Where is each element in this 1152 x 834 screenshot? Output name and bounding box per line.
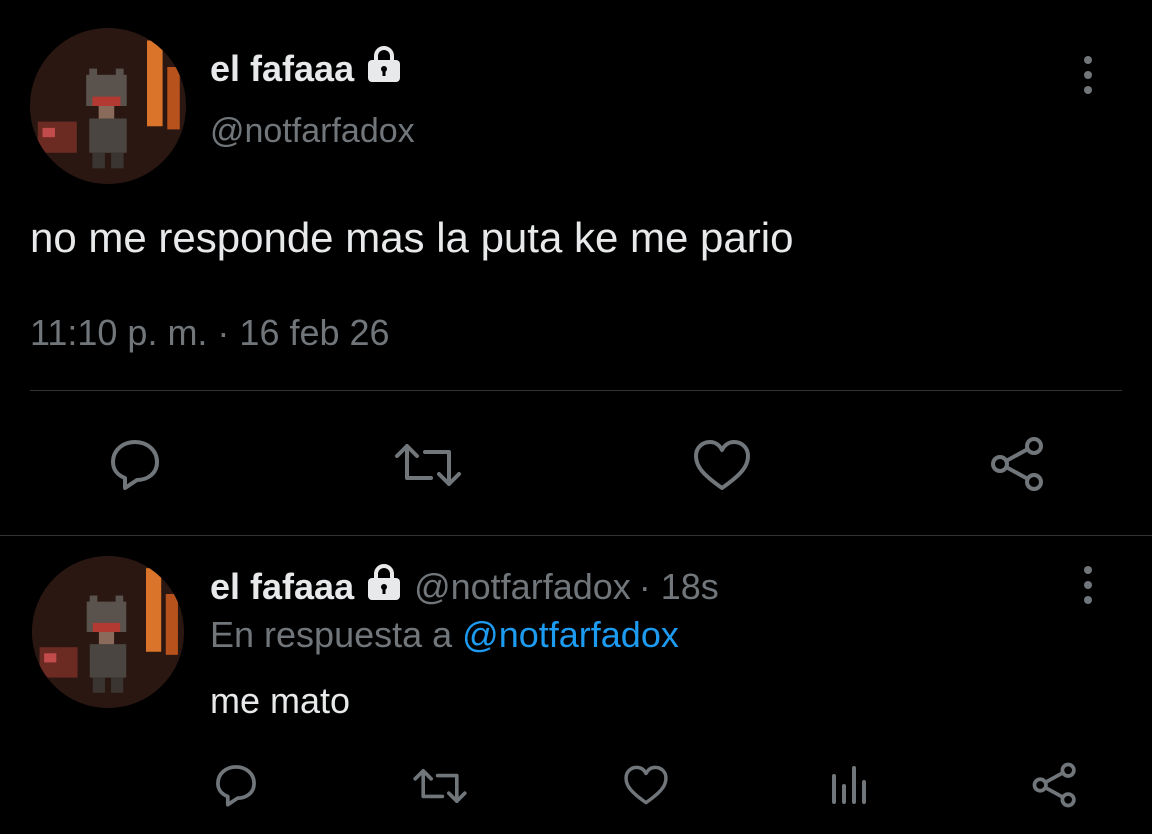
share-icon	[991, 437, 1043, 491]
dot	[1084, 71, 1092, 79]
lock-icon	[364, 46, 404, 91]
reply-share-button[interactable]	[1032, 762, 1078, 808]
dot	[1084, 566, 1092, 574]
more-options-button[interactable]	[1084, 566, 1092, 604]
share-button[interactable]	[990, 436, 1046, 492]
reply-icon	[111, 440, 159, 490]
dot	[1084, 581, 1092, 589]
replying-to-label: En respuesta a	[210, 614, 453, 655]
reply-button[interactable]	[107, 436, 163, 492]
timestamp[interactable]: 11:10 p. m. · 16 feb 26	[30, 312, 390, 354]
retweet-icon	[413, 769, 467, 803]
like-icon	[624, 765, 668, 805]
reply-display-name[interactable]: el fafaaa	[210, 566, 354, 608]
reply-retweet-button[interactable]	[412, 766, 468, 806]
divider	[30, 390, 1122, 391]
dot	[1084, 56, 1092, 64]
tweet-text: no me responde mas la puta ke me pario	[30, 214, 794, 261]
like-button[interactable]	[692, 438, 752, 492]
reply-avatar[interactable]	[32, 556, 184, 708]
retweet-button[interactable]	[393, 440, 463, 490]
replying-to: En respuesta a @notfarfadox	[210, 614, 679, 656]
avatar-image	[30, 28, 186, 184]
divider	[0, 535, 1152, 536]
analytics-icon	[832, 766, 866, 804]
reply-analytics-button[interactable]	[830, 764, 870, 806]
retweet-icon	[395, 444, 461, 486]
display-name[interactable]: el fafaaa	[210, 48, 354, 90]
more-options-button[interactable]	[1084, 56, 1092, 94]
like-icon	[694, 440, 750, 490]
lock-icon	[364, 564, 404, 609]
handle[interactable]: @notfarfadox	[210, 112, 415, 151]
avatar[interactable]	[30, 28, 186, 184]
reply-like-button[interactable]	[623, 764, 669, 806]
reply-reply-button[interactable]	[213, 762, 259, 808]
share-icon	[1032, 762, 1076, 808]
avatar-image	[32, 556, 184, 708]
reply-time[interactable]: · 18s	[639, 566, 719, 608]
dot	[1084, 86, 1092, 94]
reply-text: me mato	[210, 680, 351, 721]
reply-handle[interactable]: @notfarfadox	[414, 566, 631, 608]
replying-to-link[interactable]: @notfarfadox	[462, 614, 679, 655]
reply-icon	[216, 765, 256, 807]
dot	[1084, 596, 1092, 604]
